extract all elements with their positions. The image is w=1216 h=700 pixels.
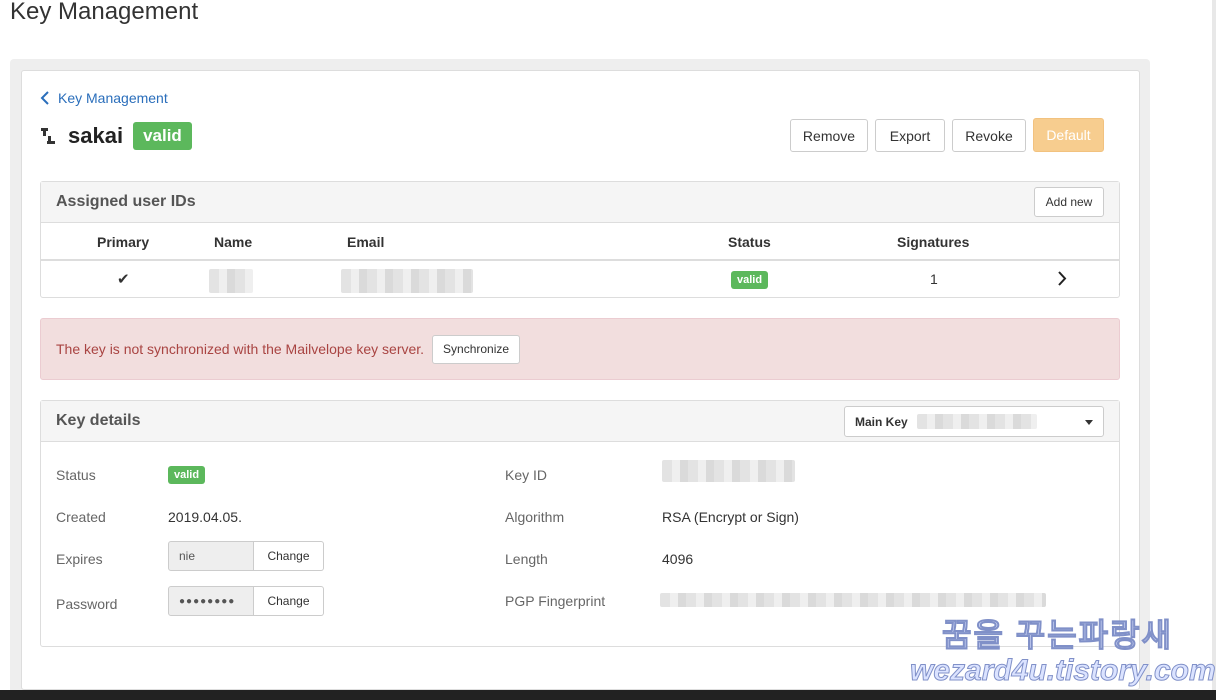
column-header-primary: Primary [97, 234, 150, 250]
key-details-title: Key details [56, 412, 141, 429]
remove-button[interactable]: Remove [790, 119, 868, 152]
created-value: 2019.04.05. [168, 509, 242, 525]
chevron-left-icon [40, 91, 49, 105]
user-ids-table-header: Primary Name Email Status Signatures [41, 223, 1119, 261]
key-id-redacted [662, 460, 795, 482]
algorithm-value: RSA (Encrypt or Sign) [662, 509, 799, 525]
sync-alert: The key is not synchronized with the Mai… [40, 318, 1120, 380]
export-button[interactable]: Export [875, 119, 945, 152]
user-ids-panel: Assigned user IDs Add new Primary Name E… [40, 181, 1120, 298]
key-header: sakai valid [40, 122, 192, 150]
add-user-id-button[interactable]: Add new [1034, 187, 1104, 217]
user-ids-title: Assigned user IDs [56, 193, 196, 210]
key-selector-label: Main Key [855, 414, 908, 429]
change-password-button[interactable]: Change [254, 586, 324, 616]
key-pair-icon [41, 128, 55, 144]
status-label: Status [56, 467, 96, 483]
user-ids-heading: Assigned user IDs Add new [41, 182, 1119, 223]
taskbar [0, 690, 1216, 700]
key-id-label: Key ID [505, 467, 548, 483]
signatures-count: 1 [930, 271, 938, 287]
chevron-right-icon[interactable] [1057, 271, 1067, 286]
primary-check-icon: ✔ [117, 271, 130, 288]
length-value: 4096 [662, 551, 694, 567]
revoke-button[interactable]: Revoke [952, 119, 1026, 152]
change-expiry-button[interactable]: Change [254, 541, 324, 571]
details-status-badge: valid [168, 466, 206, 484]
back-link[interactable]: Key Management [40, 90, 168, 106]
column-header-status: Status [728, 234, 771, 250]
created-label: Created [56, 509, 106, 525]
name-redacted [209, 269, 253, 293]
key-name: sakai [68, 123, 124, 148]
synchronize-button[interactable]: Synchronize [432, 334, 521, 364]
page-title: Key Management [10, 0, 199, 25]
expires-input-group: nie Change [168, 541, 324, 571]
scrollbar[interactable] [1212, 0, 1216, 690]
table-row[interactable]: ✔ valid 1 [41, 261, 1119, 297]
default-button[interactable]: Default [1033, 118, 1104, 152]
email-redacted [341, 269, 473, 293]
password-field: ●●●●●●●● [168, 586, 254, 616]
key-details-heading: Key details Main Key [41, 401, 1119, 442]
user-id-status-badge: valid [731, 271, 769, 289]
password-input-group: ●●●●●●●● Change [168, 586, 324, 616]
caret-down-icon [1085, 420, 1093, 425]
column-header-email: Email [347, 234, 385, 250]
key-selector-dropdown[interactable]: Main Key [844, 406, 1104, 437]
column-header-signatures: Signatures [897, 234, 970, 250]
expires-field: nie [168, 541, 254, 571]
algorithm-label: Algorithm [505, 509, 565, 525]
key-selector-redacted [917, 414, 1037, 429]
length-label: Length [505, 551, 548, 567]
key-status-badge: valid [133, 122, 192, 150]
fingerprint-redacted [660, 593, 1046, 607]
column-header-name: Name [214, 234, 253, 250]
password-label: Password [56, 596, 118, 612]
back-link-label: Key Management [58, 90, 168, 106]
sync-alert-message: The key is not synchronized with the Mai… [56, 341, 425, 357]
fingerprint-label: PGP Fingerprint [505, 593, 606, 609]
expires-label: Expires [56, 551, 103, 567]
